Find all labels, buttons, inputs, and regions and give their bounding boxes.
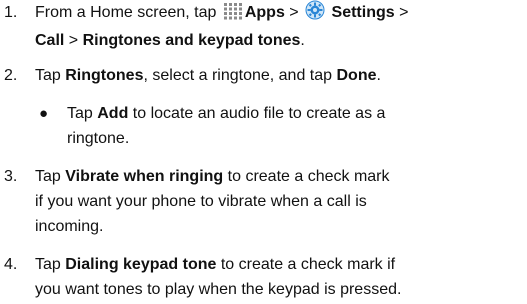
step-4-text: you want tones to play when the keypad i… (35, 281, 402, 298)
bullet-text-part: ringtone. (67, 130, 130, 147)
settings-label: Settings (331, 4, 395, 21)
step-text: Tap Dialing keypad tone to create a chec… (35, 252, 523, 302)
apps-label: Apps (244, 4, 285, 21)
step-number: 4. (4, 256, 18, 273)
step-2-text: , select a ringtone, and tap (143, 67, 337, 84)
vibrate-label: Vibrate when ringing (65, 168, 224, 185)
step-number: 2. (4, 67, 18, 84)
bullet-text: Tap Add to locate an audio file to creat… (67, 101, 522, 151)
separator: > (394, 4, 409, 21)
bullet-icon: ● (39, 105, 49, 122)
step-3-text: to create a check mark (223, 168, 390, 185)
step-text: From a Home screen, tap Apps > Settings … (35, 0, 523, 53)
step-3-text: incoming. (35, 218, 104, 235)
bullet-text-part: to locate an audio file to create as a (128, 105, 386, 122)
step-number: 1. (4, 4, 18, 21)
ringtones-label: Ringtones (65, 67, 144, 84)
settings-gear-icon (305, 0, 325, 28)
done-label: Done (336, 67, 377, 84)
separator: > (64, 32, 83, 49)
step-3-text: if you want your phone to vibrate when a… (35, 193, 367, 210)
ringtones-keypad-label: Ringtones and keypad tones (82, 32, 301, 49)
step-1-text: From a Home screen, tap (35, 4, 221, 21)
step-2-text: Tap (35, 67, 66, 84)
step-3-text: Tap (35, 168, 66, 185)
step-4-text: to create a check mark if (216, 256, 396, 273)
step-text: Tap Ringtones, select a ringtone, and ta… (35, 63, 523, 88)
period: . (376, 67, 381, 84)
step-text: Tap Vibrate when ringing to create a che… (35, 164, 523, 239)
add-label: Add (97, 105, 129, 122)
period: . (300, 32, 305, 49)
call-label: Call (35, 32, 65, 49)
instructions-document: 1. From a Home screen, tap Apps > Settin… (0, 0, 527, 304)
separator: > (284, 4, 304, 21)
bullet-text-part: Tap (67, 105, 98, 122)
dialing-label: Dialing keypad tone (65, 256, 217, 273)
step-number: 3. (4, 168, 18, 185)
apps-grid-icon (223, 2, 243, 28)
step-4-text: Tap (35, 256, 66, 273)
